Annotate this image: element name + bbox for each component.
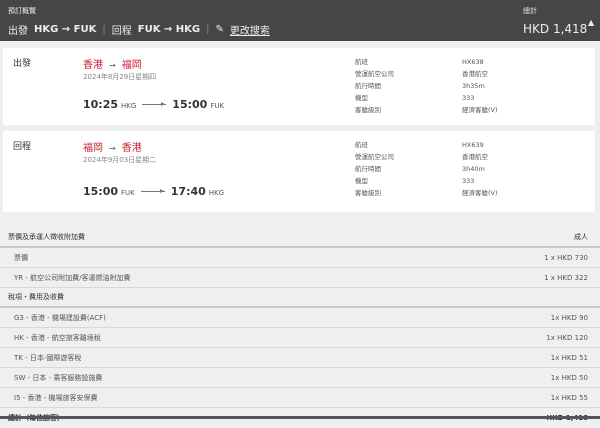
total-label: 總計 [523,7,537,15]
departure-time: 15:00 [83,185,119,198]
detail-row: 機型 333 [355,94,475,102]
detail-row: 航班 HX638 [355,58,484,66]
flight-times: 10:25 HKG 15:00 FUK [83,98,230,111]
edit-icon[interactable]: ✎ [216,24,224,35]
arrival-code: HKG [208,189,225,197]
tax-header-row: 稅項・費用及收費 [0,288,600,308]
arrival-code: FUK [210,102,225,110]
flight-date: 2024年8月29日星期四 [83,73,157,81]
flight-route: 福岡 → 香港 [83,139,142,154]
fee-row: TK - 日本-國際遊客稅 1x HKD 51 [0,348,600,368]
detail-row: 機型 333 [355,177,475,185]
long-arrow-icon [142,102,167,106]
fee-row: G3 - 香港 - 機場建設費(ACF) 1x HKD 90 [0,308,600,328]
flight-label: 出發 [13,59,32,69]
arrival-time: 17:40 [170,185,206,198]
flight-date: 2024年9月03日星期二 [83,156,157,164]
destination-city: 香港 [121,143,142,154]
modify-search-link[interactable]: 更改搜索 [230,22,270,37]
departure-code: FUK [121,189,135,197]
detail-row: 客艙級別 經濟客艙(V) [355,106,498,114]
detail-row: 營運航空公司 香港航空 [355,153,488,161]
arrival-time: 15:00 [172,98,208,111]
return-label: 回程 [111,26,132,37]
departure-time: 10:25 [83,98,119,111]
detail-row: 航行時間 3h40m [355,165,485,173]
return-route: FUK → HKG [137,24,201,35]
fee-row: YR - 航空公司附加費/客運燃油附加費 1 x HKD 322 [0,268,600,288]
flight-details: 航班 HX639 營運航空公司 香港航空 航行時間 3h40m 機型 333 客艙級別經… [355,139,498,199]
detail-row: 航班 HX639 [355,141,484,149]
divider: | [206,24,210,35]
flight-details: 航班 HX638 營運航空公司 香港航空 航行時間 3h35m 機型 333 客艙級別經… [355,56,498,116]
departure-code: HKG [121,102,137,110]
long-arrow-icon [140,189,165,193]
outbound-route: HKG → FUK [34,24,97,35]
chevron-up-icon[interactable]: ▲ [588,18,594,27]
detail-row: 航行時間 3h35m [355,82,485,90]
flight-times: 15:00 FUK 17:40 HKG [83,185,230,198]
destination-city: 福岡 [121,60,142,71]
detail-row: 客艙級別 經濟客艙(V) [355,189,498,197]
arrow-icon: → [109,61,116,70]
fee-row: 票價 1 x HKD 730 [0,248,600,268]
arrow-icon: → [109,144,116,153]
fee-breakdown: 票價及承運人徵收附加費 成人 票價 1 x HKD 730 YR - 航空公司附加費… [0,228,600,428]
return-flight-card: 回程 福岡 → 香港 2024年9月03日星期二 15:00 FUK 17:40 HKG … [3,131,595,212]
total-price: HKD 1,418 [523,22,588,36]
fee-row: SW - 日本 - 乘客服務設施費 1x HKD 50 [0,368,600,388]
header-title: 預訂概覽 [8,7,36,15]
outbound-flight-card: 出發 香港 → 福岡 2024年8月29日星期四 10:25 HKG 15:00 FUK … [3,48,595,125]
fee-row: HK - 香港 - 航空旅客離境稅 1x HKD 120 [0,328,600,348]
outbound-label: 出發 [8,26,28,37]
flight-route: 香港 → 福岡 [83,56,142,71]
fare-header-row: 票價及承運人徵收附加費 成人 [0,228,600,248]
detail-row: 營運航空公司 香港航空 [355,70,488,78]
origin-city: 香港 [83,60,103,71]
fee-row: I5 - 香港 - 機場旅客安保費 1x HKD 55 [0,388,600,408]
origin-city: 福岡 [83,143,103,154]
booking-summary-header: 預訂概覽 出發 HKG → FUK | 回程 FUK → HKG | ✎ 更改搜… [0,0,600,41]
flight-label: 回程 [13,142,32,152]
divider: | [102,24,106,35]
